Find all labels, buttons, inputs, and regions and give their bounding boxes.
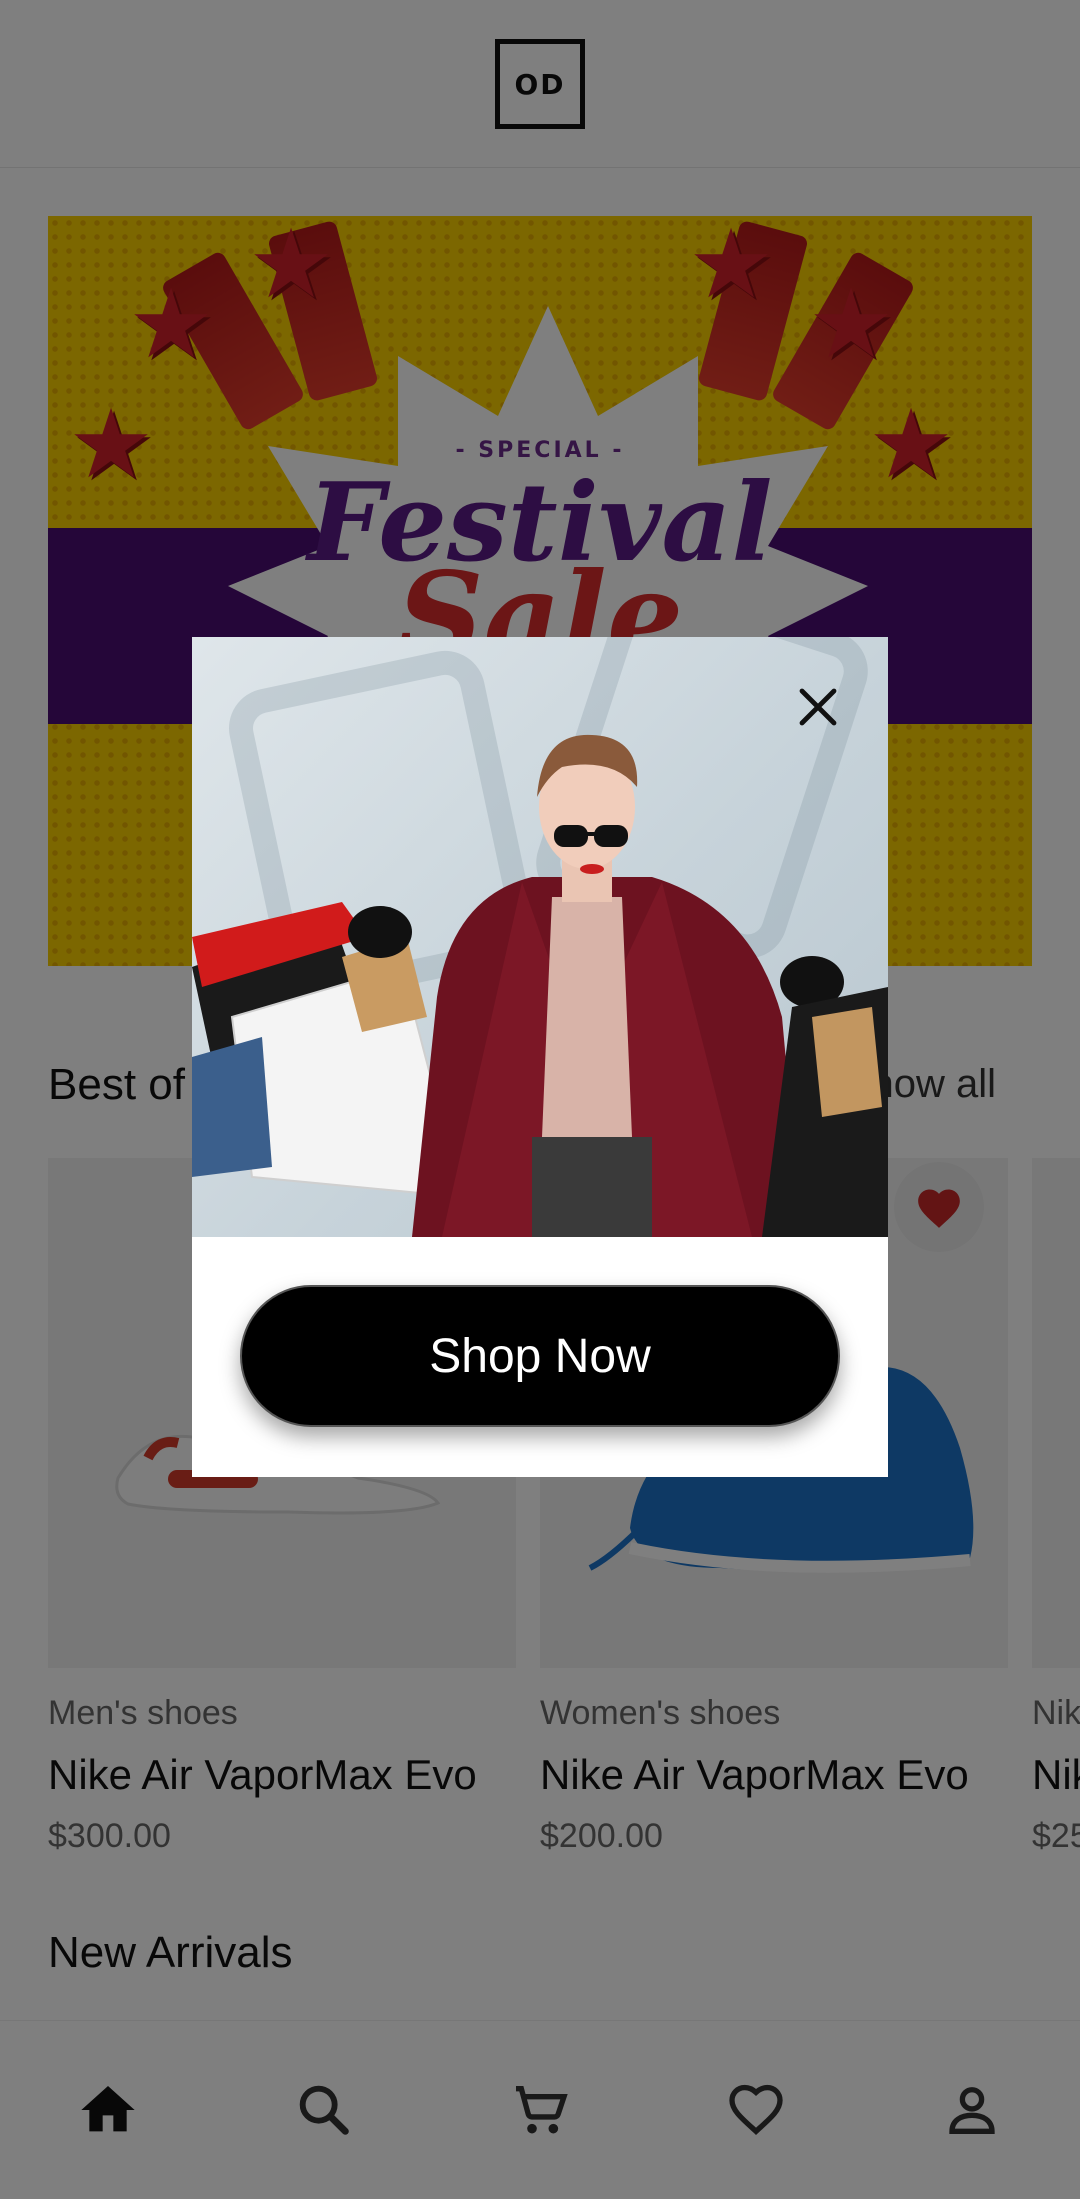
shop-now-button[interactable]: Shop Now: [240, 1285, 840, 1427]
shopping-woman-illustration: [192, 734, 888, 1237]
close-button[interactable]: [788, 677, 848, 737]
promo-photo: [192, 637, 888, 1237]
promo-popup: Shop Now: [192, 637, 888, 1477]
close-icon: [799, 688, 837, 726]
